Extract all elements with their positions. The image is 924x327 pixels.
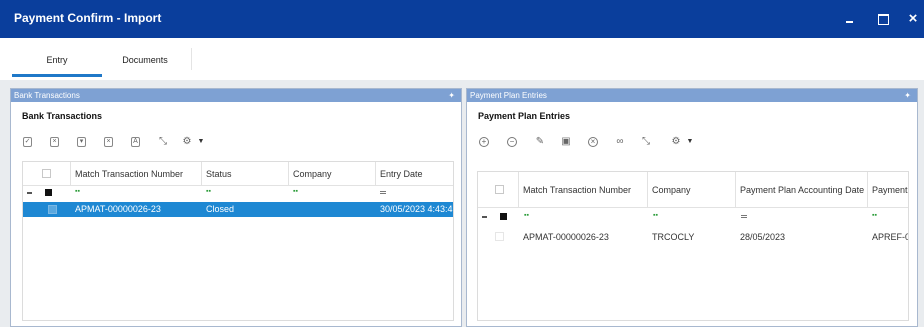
column-header[interactable]: Entry Date xyxy=(376,162,453,185)
gear-icon[interactable]: ⚙ xyxy=(180,135,194,149)
minus-icon[interactable] xyxy=(482,216,487,218)
gear-icon[interactable]: ⚙ xyxy=(669,135,683,149)
column-header[interactable]: Company xyxy=(289,162,376,185)
row-checkbox[interactable] xyxy=(495,232,504,241)
table-row[interactable]: APMAT-00000026-23 Closed 30/05/2023 4:43… xyxy=(23,202,453,217)
grid-header-row: Match Transaction Number Status Company … xyxy=(23,162,453,186)
tab-entry[interactable]: Entry xyxy=(12,55,102,77)
equals-icon[interactable] xyxy=(380,191,386,194)
column-header[interactable]: Payment Plan Accounting Date xyxy=(736,172,868,207)
remove-icon[interactable]: − xyxy=(507,137,517,147)
tab-divider xyxy=(191,48,192,70)
tab-documents[interactable]: Documents xyxy=(112,55,178,65)
filter-toggle-icon[interactable] xyxy=(500,213,507,220)
minus-icon[interactable] xyxy=(27,192,32,194)
remove-icon[interactable]: × xyxy=(104,137,113,147)
panel-header: Payment Plan Entries ✦ xyxy=(467,89,917,102)
cell-match: APMAT-00000026-23 xyxy=(523,232,609,242)
collapse-icon[interactable]: ⤡ xyxy=(156,135,170,149)
equals-icon[interactable] xyxy=(741,215,747,218)
filter-icon[interactable]: ▪▪ xyxy=(206,188,211,195)
maximize-button[interactable] xyxy=(873,9,893,29)
link-icon[interactable]: ∞ xyxy=(613,135,627,149)
collapse-icon[interactable]: ⤡ xyxy=(639,135,653,149)
cell-ref: APREF-000 xyxy=(872,232,908,242)
cancel-icon[interactable]: × xyxy=(588,137,598,147)
bank-transactions-panel: Bank Transactions ✦ Bank Transactions ✓ … xyxy=(10,88,462,327)
cell-company xyxy=(289,202,376,217)
filter-row: ▪▪ ▪▪ ▪▪ xyxy=(478,208,908,226)
column-header[interactable]: Company xyxy=(648,172,736,207)
cell-company: TRCOCLY xyxy=(652,232,695,242)
filter-icon[interactable]: ▪▪ xyxy=(293,188,298,195)
row-checkbox[interactable] xyxy=(48,205,57,214)
bank-grid: Match Transaction Number Status Company … xyxy=(22,161,454,321)
add-icon[interactable]: + xyxy=(479,137,489,147)
delete-icon[interactable]: ▾ xyxy=(77,137,86,147)
title-bar: Payment Confirm - Import × xyxy=(0,0,924,38)
panel-title: Bank Transactions xyxy=(22,111,103,121)
cell-status: Closed xyxy=(206,204,235,214)
check-icon[interactable]: ✓ xyxy=(23,137,32,147)
filter-icon[interactable]: ▪▪ xyxy=(653,212,658,219)
cell-date: 28/05/2023 xyxy=(740,232,786,242)
tab-bar: Entry Documents xyxy=(0,38,924,80)
cell-match: APMAT-00000026-23 xyxy=(75,204,161,214)
filter-icon[interactable]: ▪▪ xyxy=(524,212,529,219)
table-row[interactable]: APMAT-00000026-23 TRCOCLY 28/05/2023 APR… xyxy=(478,228,908,246)
filter-toggle-icon[interactable] xyxy=(45,189,52,196)
panel-title: Payment Plan Entries xyxy=(478,111,571,121)
select-column-header xyxy=(478,172,519,207)
panel-header-label: Payment Plan Entries xyxy=(470,91,547,100)
column-header[interactable]: Match Transaction Number xyxy=(71,162,202,185)
plan-grid: Match Transaction Number Company Payment… xyxy=(477,171,909,321)
column-header[interactable]: Match Transaction Number xyxy=(519,172,648,207)
filter-icon[interactable]: ▪▪ xyxy=(75,188,80,195)
panel-header-label: Bank Transactions xyxy=(14,91,80,100)
select-all-checkbox[interactable] xyxy=(42,169,51,178)
window-title: Payment Confirm - Import xyxy=(14,11,162,25)
edit-icon[interactable]: ✎ xyxy=(533,135,547,149)
payment-plan-panel: Payment Plan Entries ✦ Payment Plan Entr… xyxy=(466,88,918,327)
column-header[interactable]: Status xyxy=(202,162,289,185)
cell-entry-date: 30/05/2023 4:43:49 PM xyxy=(380,204,453,214)
minimize-button[interactable] xyxy=(840,9,860,29)
chevron-down-icon[interactable]: ▼ xyxy=(194,135,208,149)
filter-row: ▪▪ ▪▪ ▪▪ xyxy=(23,186,453,200)
save-icon[interactable]: ▣ xyxy=(559,135,573,149)
content-area: Bank Transactions ✦ Bank Transactions ✓ … xyxy=(0,80,924,327)
filter-icon[interactable]: ▪▪ xyxy=(872,212,877,219)
pin-icon[interactable]: ✦ xyxy=(904,89,911,102)
grid-header-row: Match Transaction Number Company Payment… xyxy=(478,172,908,208)
chevron-down-icon[interactable]: ▼ xyxy=(683,135,697,149)
close-button[interactable]: × xyxy=(903,9,923,29)
text-icon[interactable]: A xyxy=(131,137,140,147)
select-all-checkbox[interactable] xyxy=(495,185,504,194)
close-box-icon[interactable]: × xyxy=(50,137,59,147)
pin-icon[interactable]: ✦ xyxy=(448,89,455,102)
select-column-header xyxy=(23,162,71,185)
column-header[interactable]: Payment P xyxy=(868,172,908,207)
panel-header: Bank Transactions ✦ xyxy=(11,89,461,102)
